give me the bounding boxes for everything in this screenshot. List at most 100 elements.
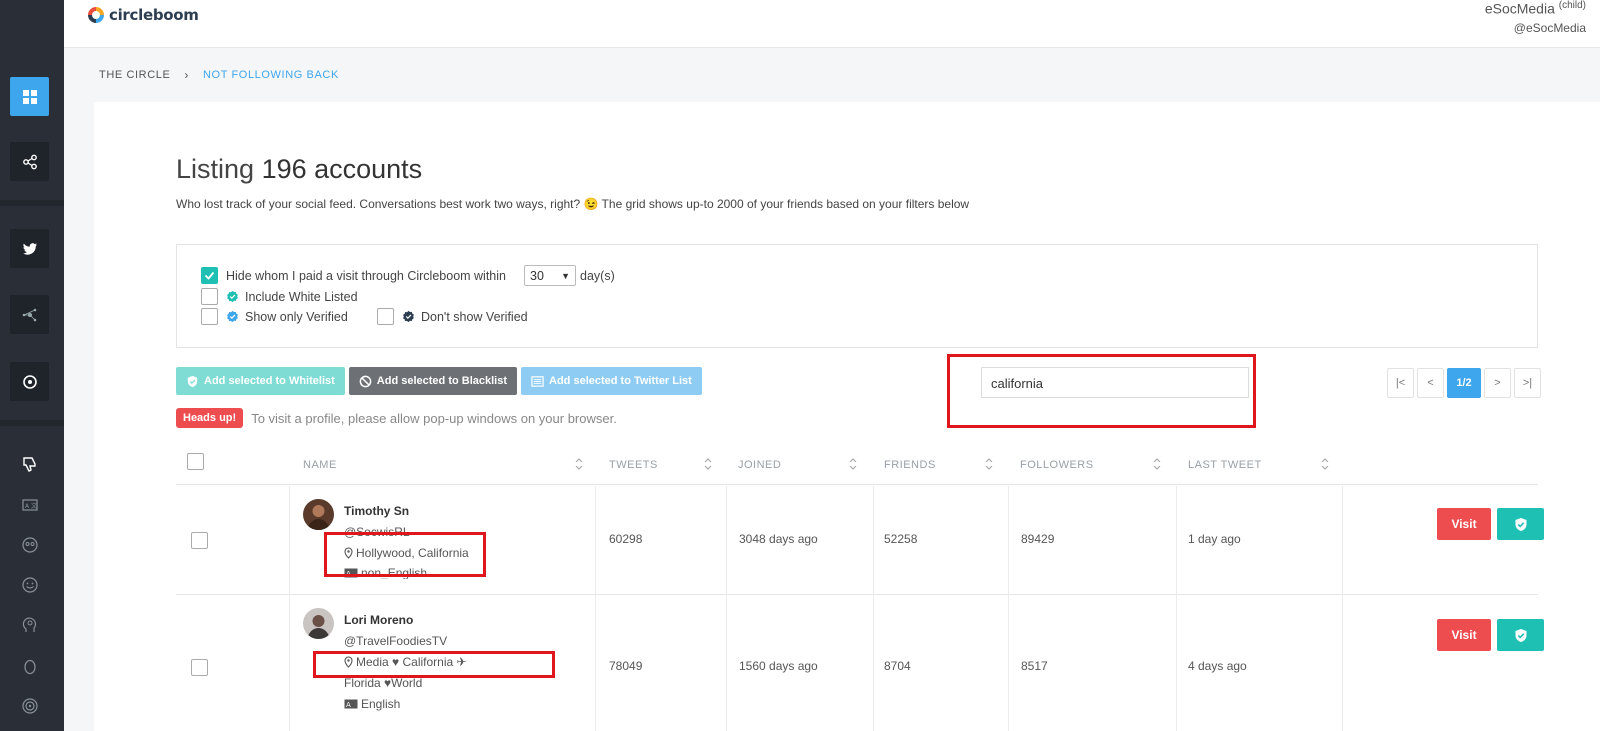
sort-icon[interactable] xyxy=(1321,457,1329,471)
add-to-twitter-list-button[interactable]: Add selected to Twitter List xyxy=(521,367,702,395)
include-whitelisted-checkbox[interactable] xyxy=(201,288,218,305)
col-followers[interactable]: FOLLOWERS xyxy=(1020,459,1094,471)
row-tweets: 78049 xyxy=(609,659,643,673)
sort-icon[interactable] xyxy=(575,457,583,471)
language-icon[interactable]: A文 xyxy=(19,494,41,516)
add-to-blacklist-button[interactable]: Add selected to Blacklist xyxy=(348,367,518,395)
row-tweets: 60298 xyxy=(609,532,643,546)
add-to-twitter-list-label: Add selected to Twitter List xyxy=(549,375,692,387)
twitter-icon[interactable] xyxy=(10,229,49,268)
sort-icon[interactable] xyxy=(849,457,857,471)
language-icon: A xyxy=(344,699,358,709)
sort-icon[interactable] xyxy=(1153,457,1161,471)
breadcrumb-the-circle[interactable]: THE CIRCLE xyxy=(99,69,170,81)
col-joined[interactable]: JOINED xyxy=(738,459,781,471)
col-last-tweet[interactable]: LAST TWEET xyxy=(1188,459,1262,471)
shield-check-icon xyxy=(1515,628,1526,642)
row-followers: 89429 xyxy=(1021,532,1055,546)
select-all-checkbox[interactable] xyxy=(187,453,204,470)
only-verified-checkbox[interactable] xyxy=(201,308,218,325)
user-name: eSocMedia xyxy=(1484,0,1555,17)
verified-badge-icon xyxy=(227,310,238,323)
shield-check-icon xyxy=(187,375,198,387)
pagination: |< < 1/2 > >| xyxy=(1387,368,1541,398)
network-icon[interactable] xyxy=(10,295,49,334)
next-page-button[interactable]: > xyxy=(1484,368,1511,398)
table-row: Timothy Sn @SocwisRL Hollywood, Californ… xyxy=(176,486,1544,595)
svg-text:文: 文 xyxy=(31,502,37,510)
row-checkbox[interactable] xyxy=(191,659,208,676)
location-highlight-box xyxy=(324,532,486,577)
row-checkbox[interactable] xyxy=(191,532,208,549)
current-page[interactable]: 1/2 xyxy=(1447,368,1481,398)
days-unit: day(s) xyxy=(580,268,615,283)
circleboom-logo[interactable]: circleboom xyxy=(86,5,199,25)
days-value: 30 xyxy=(530,268,544,283)
svg-text:A: A xyxy=(25,503,30,510)
shield-check-icon xyxy=(1515,517,1526,531)
col-name[interactable]: NAME xyxy=(303,459,337,471)
main-panel: Listing 196 accounts Who lost track of y… xyxy=(94,102,1600,731)
logo-text: circleboom xyxy=(109,6,199,24)
row-name[interactable]: Timothy Sn xyxy=(344,504,409,518)
visit-button[interactable]: Visit xyxy=(1437,619,1491,651)
row-language: A English xyxy=(344,697,400,711)
caret-down-icon: ▼ xyxy=(561,270,570,281)
user-menu[interactable]: eSocMedia (child) @eSocMedia xyxy=(1485,0,1586,35)
headsup-text: To visit a profile, please allow pop-up … xyxy=(251,410,617,426)
svg-text:A: A xyxy=(346,701,351,709)
row-joined: 1560 days ago xyxy=(739,659,818,673)
ban-icon xyxy=(359,375,372,387)
visit-button[interactable]: Visit xyxy=(1437,508,1491,540)
spiral-icon[interactable] xyxy=(19,695,41,717)
thumbs-down-icon[interactable] xyxy=(19,453,41,475)
dont-show-verified-label: Don't show Verified xyxy=(421,309,528,324)
dont-show-verified-checkbox[interactable] xyxy=(377,308,394,325)
headsup-notice: Heads up! To visit a profile, please all… xyxy=(176,408,617,428)
table-header: NAME TWEETS JOINED FRIENDS FOLLOWERS LAS… xyxy=(176,447,1538,485)
first-page-button[interactable]: |< xyxy=(1387,368,1414,398)
row-last-tweet: 1 day ago xyxy=(1188,532,1241,546)
row-friends: 8704 xyxy=(884,659,911,673)
page-subtitle: Who lost track of your social feed. Conv… xyxy=(176,197,970,211)
avatar[interactable] xyxy=(303,499,334,530)
last-page-button[interactable]: >| xyxy=(1514,368,1541,398)
user-tag: (child) xyxy=(1558,0,1586,11)
page-title: Listing 196 accounts xyxy=(176,154,422,185)
row-friends: 52258 xyxy=(884,532,918,546)
egg-icon[interactable] xyxy=(19,655,41,677)
hide-visited-checkbox[interactable] xyxy=(201,267,218,284)
sidebar: A文 xyxy=(0,0,64,731)
dashboard-grid-icon[interactable] xyxy=(10,77,49,116)
target-icon[interactable] xyxy=(10,362,49,401)
top-header: circleboom eSocMedia (child) @eSocMedia xyxy=(64,0,1600,48)
avatar[interactable] xyxy=(303,608,334,639)
add-to-blacklist-label: Add selected to Blacklist xyxy=(376,375,508,387)
whitelist-row-button[interactable] xyxy=(1497,508,1544,540)
egg-face-icon[interactable] xyxy=(19,534,41,556)
breadcrumb: THE CIRCLE › NOT FOLLOWING BACK xyxy=(99,68,339,82)
sort-icon[interactable] xyxy=(985,457,993,471)
share-icon[interactable] xyxy=(10,142,49,181)
filters-panel: Hide whom I paid a visit through Circleb… xyxy=(176,244,1538,348)
search-input[interactable]: california xyxy=(981,367,1249,398)
smile-icon[interactable] xyxy=(19,574,41,596)
include-whitelisted-label: Include White Listed xyxy=(245,289,358,304)
prev-page-button[interactable]: < xyxy=(1417,368,1444,398)
sort-icon[interactable] xyxy=(704,457,712,471)
list-icon xyxy=(531,375,544,387)
hide-visited-label: Hide whom I paid a visit through Circleb… xyxy=(226,268,506,283)
table-row: Lori Moreno @TravelFoodiesTV Media ♥ Cal… xyxy=(176,595,1544,731)
head-profile-icon[interactable] xyxy=(19,614,41,636)
only-verified-label: Show only Verified xyxy=(245,309,348,324)
breadcrumb-not-following-back[interactable]: NOT FOLLOWING BACK xyxy=(203,69,339,81)
title-prefix: Listing xyxy=(176,154,255,184)
col-friends[interactable]: FRIENDS xyxy=(884,459,936,471)
row-name[interactable]: Lori Moreno xyxy=(344,613,413,627)
bulk-actions: Add selected to Whitelist Add selected t… xyxy=(176,367,702,395)
col-tweets[interactable]: TWEETS xyxy=(609,459,658,471)
days-select[interactable]: 30 ▼ xyxy=(524,265,576,286)
dont-show-verified-option: Don't show Verified xyxy=(377,308,528,325)
whitelist-row-button[interactable] xyxy=(1497,619,1544,651)
add-to-whitelist-button[interactable]: Add selected to Whitelist xyxy=(176,367,345,395)
